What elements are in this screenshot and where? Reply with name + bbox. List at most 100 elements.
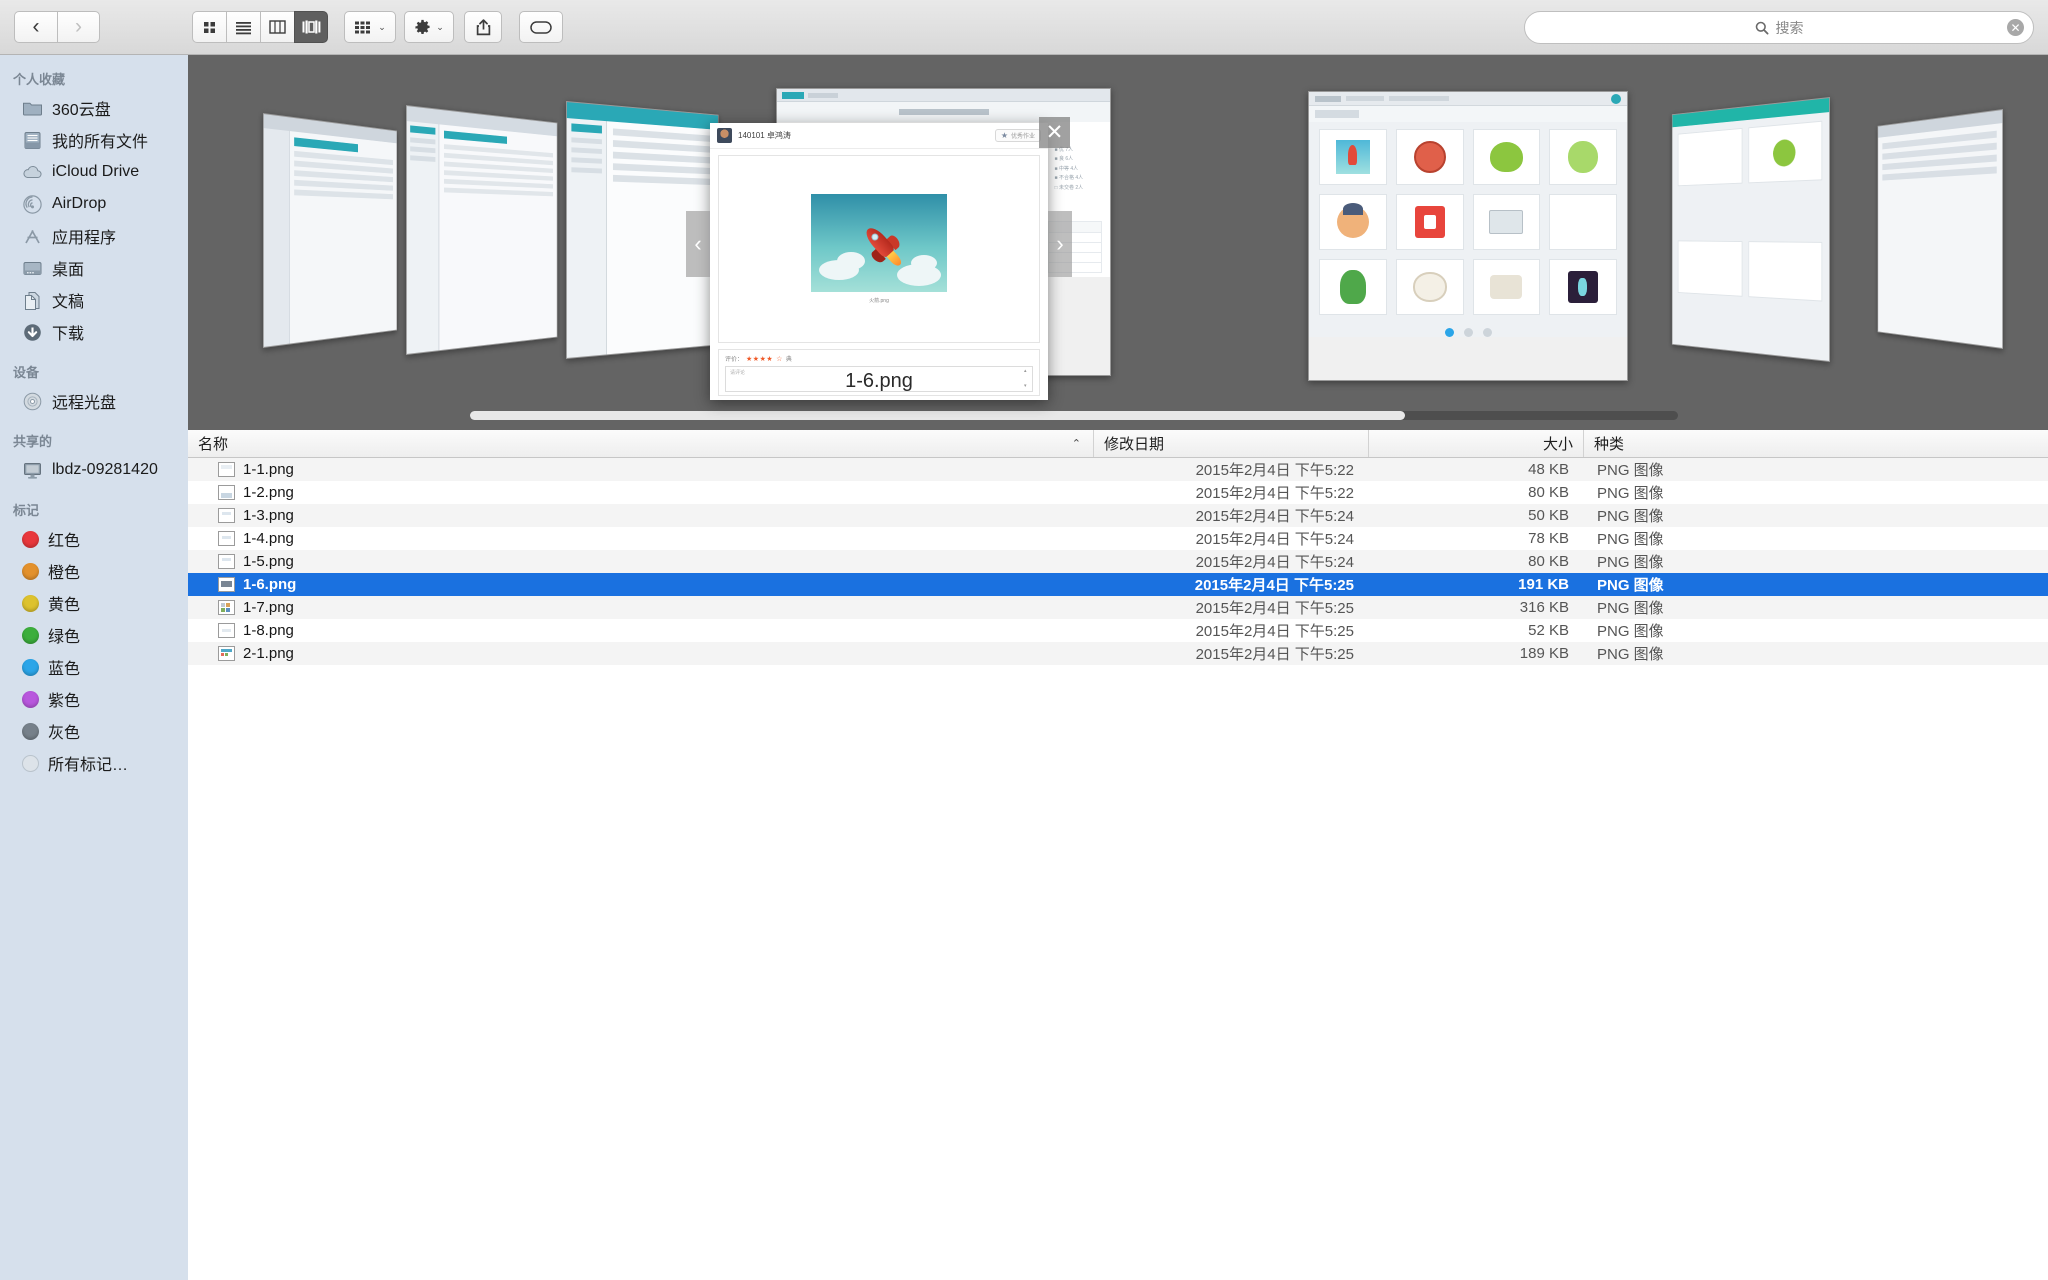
sidebar-item-tag-yellow[interactable]: 黄色 (0, 587, 188, 619)
cell-date: 2015年2月4日 下午5:25 (1195, 600, 1354, 617)
rating-suffix: 典 (785, 357, 792, 363)
column-view-button[interactable] (260, 11, 294, 43)
remote-disc-icon (23, 392, 42, 410)
favorite-work-badge[interactable]: ★ 优秀作业 (994, 129, 1041, 142)
column-header-name-label: 名称 (198, 436, 229, 453)
sidebar-item-label: 绿色 (48, 629, 81, 646)
search-clear-button[interactable]: ✕ (2007, 19, 2024, 36)
rating-stars-filled[interactable]: ★★★★ (746, 355, 773, 363)
cell-kind: PNG 图像 (1597, 462, 1664, 479)
cell-date: 2015年2月4日 下午5:24 (1195, 554, 1354, 571)
sidebar-item-remote-disc[interactable]: 远程光盘 (0, 385, 188, 417)
search-field[interactable]: 搜索 ✕ (1524, 11, 2034, 44)
quicklook-close-button[interactable]: ✕ (1039, 117, 1070, 148)
back-button[interactable]: ‹ (14, 11, 57, 43)
table-row[interactable]: 1-8.png 2015年2月4日 下午5:25 52 KB PNG 图像 (188, 619, 2048, 642)
table-row[interactable]: 1-1.png 2015年2月4日 下午5:22 48 KB PNG 图像 (188, 458, 2048, 481)
sidebar-item-label: AirDrop (52, 195, 107, 212)
tag-dot-icon (22, 690, 39, 708)
sidebar-section-tags-title: 标记 (13, 503, 40, 518)
sidebar-item-tag-orange[interactable]: 橙色 (0, 555, 188, 587)
chevron-down-icon: ⌄ (436, 21, 444, 32)
sidebar-item-tag-red[interactable]: 红色 (0, 523, 188, 555)
cell-date: 2015年2月4日 下午5:22 (1195, 485, 1354, 502)
quicklook-footer: 评价： ★★★★ ☆ 典 请评论 ▴ ▾ 1-6.png (718, 349, 1040, 396)
sidebar-item-label: 应用程序 (52, 230, 117, 247)
cell-kind: PNG 图像 (1597, 508, 1664, 525)
sidebar-item-applications[interactable]: 应用程序 (0, 220, 188, 252)
list-view-button[interactable] (226, 11, 260, 43)
file-name: 1-3.png (243, 507, 294, 524)
table-row[interactable]: 2-1.png 2015年2月4日 下午5:25 189 KB PNG 图像 (188, 642, 2048, 665)
cell-size: 48 KB (1528, 461, 1569, 478)
arrange-button[interactable]: ⌄ (344, 11, 396, 43)
list-view-icon (236, 21, 251, 34)
table-row[interactable]: 1-6.png 2015年2月4日 下午5:25 191 KB PNG 图像 (188, 573, 2048, 596)
file-name: 1-7.png (243, 599, 294, 616)
coverflow-card[interactable] (1308, 91, 1628, 381)
airdrop-icon (23, 194, 42, 214)
sidebar-section-favorites-title: 个人收藏 (13, 72, 66, 87)
sidebar-item-tag-gray[interactable]: 灰色 (0, 715, 188, 747)
action-gear-button[interactable]: ⌄ (404, 11, 454, 43)
coverflow-card[interactable] (406, 105, 558, 355)
rating-stars-empty[interactable]: ☆ (776, 355, 783, 363)
sidebar-item-desktop[interactable]: 桌面 (0, 252, 188, 284)
applications-icon (25, 229, 40, 243)
coverflow-preview[interactable]: 35% ■ 完成 23人 □ 未完成 37人 74 ■ 优 7人 ■ 良 6人 (188, 55, 2048, 430)
table-row[interactable]: 1-5.png 2015年2月4日 下午5:24 80 KB PNG 图像 (188, 550, 2048, 573)
coverflow-card[interactable] (1671, 97, 1830, 362)
sidebar-item-tag-purple[interactable]: 紫色 (0, 683, 188, 715)
desktop-icon (23, 261, 42, 275)
coverflow-scrollbar[interactable] (470, 411, 1678, 420)
table-row[interactable]: 1-7.png 2015年2月4日 下午5:25 316 KB PNG 图像 (188, 596, 2048, 619)
coverflow-card[interactable] (1877, 109, 2003, 349)
share-button[interactable] (464, 11, 502, 43)
sidebar-item-downloads[interactable]: 下载 (0, 316, 188, 348)
downloads-icon (24, 323, 41, 341)
sidebar-item-tag-green[interactable]: 绿色 (0, 619, 188, 651)
sidebar-item-icloud-drive[interactable]: iCloud Drive (0, 156, 188, 188)
shared-computer-icon (24, 462, 41, 479)
table-row[interactable]: 1-3.png 2015年2月4日 下午5:24 50 KB PNG 图像 (188, 504, 2048, 527)
coverflow-scroll-thumb[interactable] (470, 411, 1405, 420)
table-row[interactable]: 1-2.png 2015年2月4日 下午5:22 80 KB PNG 图像 (188, 481, 2048, 504)
finder-window: ‹ › ⌄ ⌄ 搜索 ✕ 个人收藏 360云盘 我的所有文件 iCloud Dr… (0, 0, 2048, 1280)
sidebar-item-label: 远程光盘 (52, 395, 117, 412)
column-header-size[interactable]: 大小 (1368, 430, 1583, 457)
cell-kind: PNG 图像 (1597, 646, 1664, 663)
tag-dot-icon (22, 722, 39, 740)
sidebar-item-all-my-files[interactable]: 我的所有文件 (0, 124, 188, 156)
sidebar-item-shared-computer[interactable]: lbdz-09281420 (0, 454, 188, 486)
tag-dot-icon (22, 562, 39, 580)
sidebar-item-label: 我的所有文件 (52, 134, 149, 151)
quicklook-previous-button[interactable]: ‹ (686, 211, 710, 277)
tag-icon (530, 20, 552, 34)
sidebar-item-documents[interactable]: 文稿 (0, 284, 188, 316)
quicklook-preview-body: 火箭.png (718, 155, 1040, 343)
chevron-right-icon: › (75, 15, 82, 38)
sidebar-item-all-tags[interactable]: 所有标记… (0, 747, 188, 779)
cell-name: 1-8.png (188, 622, 1093, 639)
coverflow-view-button[interactable] (294, 11, 328, 43)
quicklook-next-button[interactable]: › (1048, 211, 1072, 277)
sidebar-item-airdrop[interactable]: AirDrop (0, 188, 188, 220)
add-tag-button[interactable] (519, 11, 563, 43)
file-name: 1-8.png (243, 622, 294, 639)
column-header-kind[interactable]: 种类 (1583, 430, 2048, 457)
sidebar-item-360cloud[interactable]: 360云盘 (0, 92, 188, 124)
cell-name: 1-6.png (188, 576, 1093, 593)
column-header-date[interactable]: 修改日期 (1093, 430, 1368, 457)
sidebar-item-label: 蓝色 (48, 661, 81, 678)
sidebar-item-tag-blue[interactable]: 蓝色 (0, 651, 188, 683)
rocket-illustration (811, 194, 947, 292)
coverflow-card[interactable] (263, 113, 398, 348)
png-file-icon (218, 623, 235, 638)
table-row[interactable]: 1-4.png 2015年2月4日 下午5:24 78 KB PNG 图像 (188, 527, 2048, 550)
forward-button[interactable]: › (57, 11, 100, 43)
close-icon: ✕ (2010, 20, 2021, 35)
coverflow-view-icon (302, 20, 320, 33)
cell-date: 2015年2月4日 下午5:25 (1195, 623, 1354, 640)
icon-view-button[interactable] (192, 11, 226, 43)
column-header-name[interactable]: 名称 ⌃ (188, 430, 1093, 457)
